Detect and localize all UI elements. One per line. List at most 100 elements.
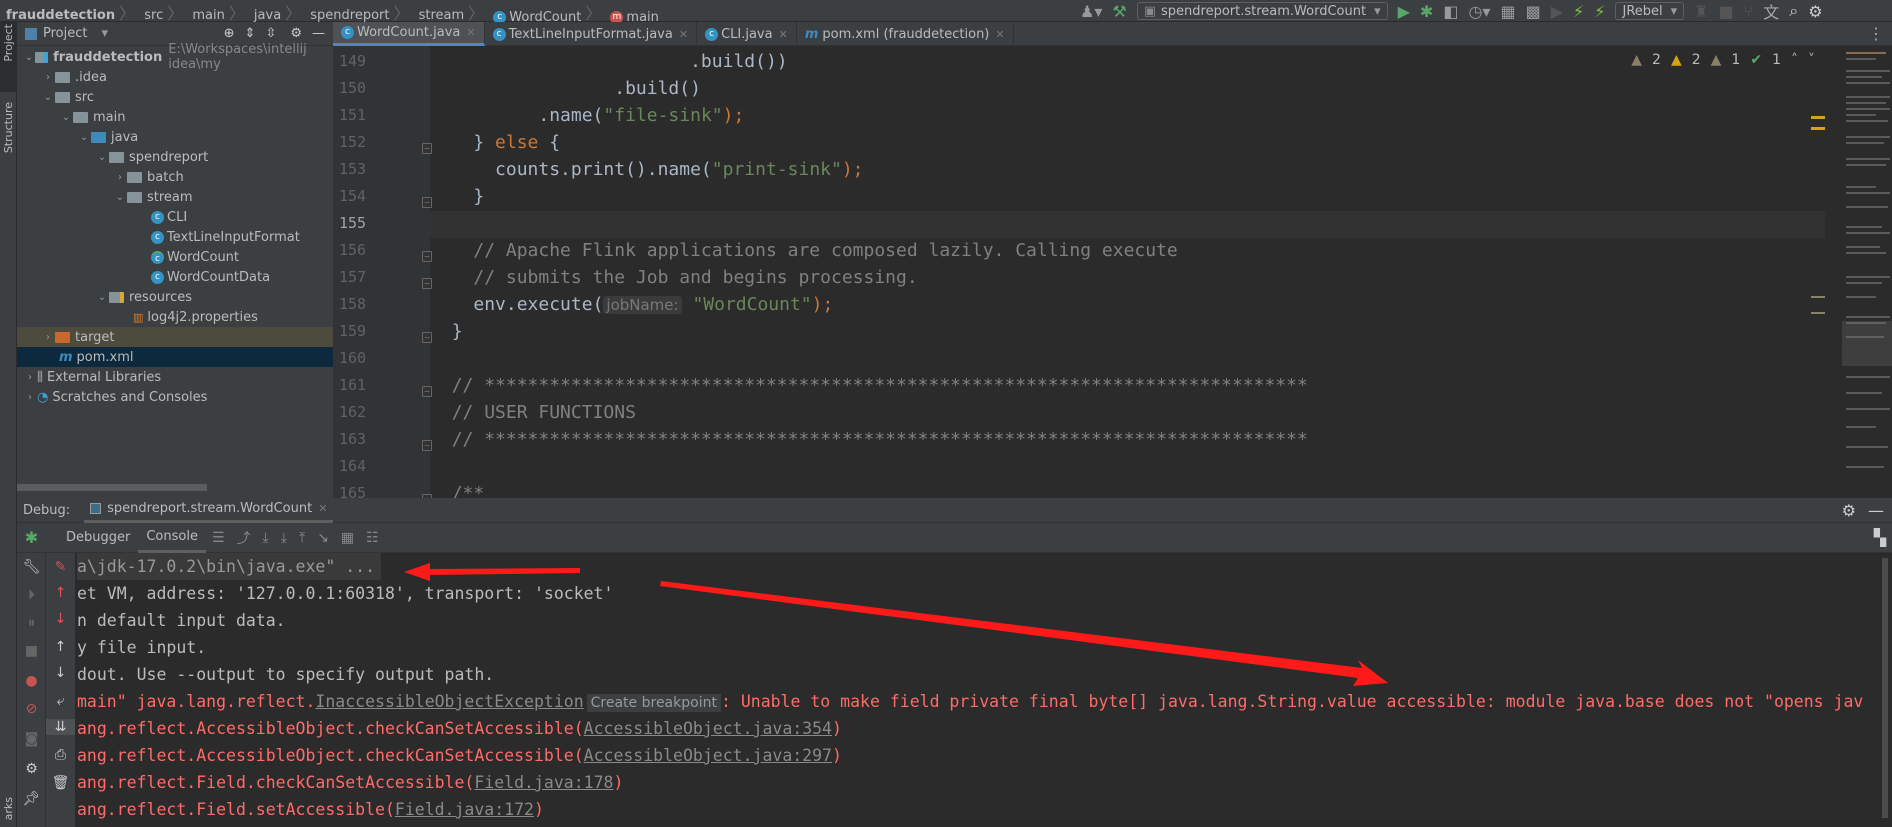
error-stripe-mark[interactable] xyxy=(1811,312,1825,314)
jrebel-debug-icon[interactable]: ⚡ xyxy=(1594,2,1605,21)
run-configuration-select[interactable]: ▣ spendreport.stream.WordCount ▾ xyxy=(1136,2,1388,20)
tree-item-main[interactable]: ⌄ main xyxy=(17,107,333,127)
tree-item-batch[interactable]: › batch xyxy=(17,167,333,187)
evaluate-expression-icon[interactable]: ▦ xyxy=(341,530,354,546)
tab-console[interactable]: Console xyxy=(138,523,206,553)
stacktrace-link[interactable]: AccessibleObject.java:354 xyxy=(584,719,832,738)
close-icon[interactable]: ✕ xyxy=(995,28,1004,41)
console-scrollbar[interactable] xyxy=(1882,558,1888,818)
tree-item-cli[interactable]: c CLI xyxy=(17,207,333,227)
chevron-down-icon[interactable]: ˅ xyxy=(1808,52,1815,68)
run-icon[interactable]: ▶ xyxy=(1398,2,1410,21)
error-stripe-mark[interactable] xyxy=(1811,296,1825,298)
profile-icon[interactable]: ◷▾ xyxy=(1468,2,1490,21)
translate-icon[interactable]: 文 xyxy=(1763,0,1779,23)
trash-icon[interactable]: 🗑︎ xyxy=(46,775,75,791)
chevron-right-icon[interactable]: › xyxy=(23,372,37,383)
chevron-down-icon[interactable]: ⌄ xyxy=(23,52,35,63)
tree-item-textlineinputformat[interactable]: c TextLineInputFormat xyxy=(17,227,333,247)
clear-console-icon[interactable]: ✎ xyxy=(46,559,75,575)
debug-session-tab[interactable]: spendreport.stream.WordCount ✕ xyxy=(84,498,334,523)
horizontal-scrollbar[interactable] xyxy=(17,484,207,491)
tree-item-target[interactable]: › target xyxy=(17,327,333,347)
chevron-down-icon[interactable]: ⌄ xyxy=(95,292,109,303)
tab-cli-java[interactable]: c CLI.java ✕ xyxy=(697,22,797,46)
create-breakpoint-button[interactable]: Create breakpoint xyxy=(586,694,721,712)
tab-textlineinputformat-java[interactable]: c TextLineInputFormat.java ✕ xyxy=(485,22,698,46)
next-occurrence-icon[interactable]: ↓ xyxy=(46,611,75,627)
view-breakpoints-icon[interactable]: ● xyxy=(17,673,46,689)
chevron-up-icon[interactable]: ˄ xyxy=(1791,52,1798,68)
pin-icon[interactable]: 📌︎ xyxy=(17,791,46,807)
tree-item-pom-xml[interactable]: m pom.xml xyxy=(17,347,333,367)
chevron-down-icon[interactable]: ⌄ xyxy=(95,152,109,163)
tree-item-scratches[interactable]: › ◔ Scratches and Consoles xyxy=(17,387,333,407)
bookmarks-tool-button[interactable]: arks xyxy=(2,797,15,820)
error-stripe-mark[interactable] xyxy=(1811,116,1825,119)
build-hammer-icon[interactable]: ⚒ xyxy=(1112,2,1126,21)
close-icon[interactable]: ✕ xyxy=(779,28,788,41)
soft-wrap-icon[interactable]: ⤶ xyxy=(46,693,75,709)
previous-occurrence-icon[interactable]: ↑ xyxy=(46,585,75,601)
tree-item-external-libraries[interactable]: › ⫼ External Libraries xyxy=(17,367,333,387)
layout-icon[interactable]: ▚ xyxy=(1874,528,1886,547)
search-icon[interactable]: ⌕ xyxy=(1789,1,1798,21)
close-icon[interactable]: ✕ xyxy=(466,26,475,39)
stacktrace-link[interactable]: Field.java:172 xyxy=(395,800,534,819)
tree-item-idea[interactable]: › .idea xyxy=(17,67,333,87)
more-tabs-icon[interactable]: ⋮ xyxy=(1868,22,1892,45)
error-stripe-mark[interactable] xyxy=(1811,127,1825,130)
up-arrow-icon[interactable]: ↑ xyxy=(46,639,75,655)
chevron-down-icon[interactable]: ⌄ xyxy=(77,132,91,143)
code-editor[interactable]: .build()) .build() .name("file-sink"); }… xyxy=(430,46,1825,498)
close-icon[interactable]: ✕ xyxy=(679,28,688,41)
down-arrow-icon[interactable]: ↓ xyxy=(46,665,75,681)
tree-item-stream[interactable]: ⌄ stream xyxy=(17,187,333,207)
locate-icon[interactable]: ⊕ xyxy=(224,26,235,41)
stacktrace-link[interactable]: AccessibleObject.java:297 xyxy=(584,746,832,765)
tree-item-wordcount[interactable]: c WordCount xyxy=(17,247,333,267)
coverage-icon[interactable]: ◧ xyxy=(1443,2,1458,21)
tab-wordcount-java[interactable]: c WordCount.java ✕ xyxy=(333,22,485,46)
chevron-right-icon[interactable]: › xyxy=(113,172,127,183)
expand-all-icon[interactable]: ⇕ xyxy=(245,26,256,41)
hide-icon[interactable]: — xyxy=(312,26,325,41)
chevron-down-icon[interactable]: ⌄ xyxy=(113,192,127,203)
structure-tool-button[interactable]: Structure xyxy=(2,102,15,153)
tab-pom-xml[interactable]: m pom.xml (frauddetection) ✕ xyxy=(797,22,1014,46)
user-icon[interactable]: ♟▾ xyxy=(1080,2,1102,21)
tree-item-java[interactable]: ⌄ java xyxy=(17,127,333,147)
tab-debugger[interactable]: Debugger xyxy=(58,523,138,553)
mute-breakpoints-icon[interactable]: ⊘ xyxy=(17,701,46,717)
hide-icon[interactable]: — xyxy=(1868,501,1884,520)
inspections-widget[interactable]: ▲ 2 ▲ 2 ▲ 1 ✔ 1 ˄ ˅ xyxy=(1631,52,1815,68)
chevron-right-icon[interactable]: › xyxy=(41,332,55,343)
gear-icon[interactable]: ⚙ xyxy=(1842,501,1856,520)
chevron-right-icon[interactable]: › xyxy=(23,392,37,403)
threads-menu-icon[interactable]: ☰ xyxy=(212,530,225,546)
trace-icon[interactable]: ☷ xyxy=(366,530,379,546)
tree-item-src[interactable]: ⌄ src xyxy=(17,87,333,107)
chevron-right-icon[interactable]: › xyxy=(41,72,55,83)
project-tool-button[interactable]: Project xyxy=(0,22,17,92)
tree-item-frauddetection[interactable]: ⌄ frauddetection E:\Workspaces\intellij id… xyxy=(17,42,333,72)
tree-item-wordcountdata[interactable]: c WordCountData xyxy=(17,267,333,287)
tree-item-spendreport[interactable]: ⌄ spendreport xyxy=(17,147,333,167)
tree-item-resources[interactable]: ⌄ resources xyxy=(17,287,333,307)
code-minimap[interactable] xyxy=(1842,46,1892,498)
minimap-viewport[interactable] xyxy=(1842,321,1892,366)
settings-icon[interactable]: ⚙ xyxy=(17,761,46,777)
debug-icon[interactable]: ✱ xyxy=(1420,2,1433,21)
close-icon[interactable]: ✕ xyxy=(318,502,327,515)
build-project-icon[interactable]: ▩ xyxy=(1526,2,1541,21)
attach-icon[interactable]: ▦ xyxy=(1500,2,1515,21)
gear-icon[interactable]: ⚙ xyxy=(290,26,302,41)
stacktrace-link[interactable]: Field.java:178 xyxy=(474,773,613,792)
project-view-select[interactable]: Project xyxy=(43,26,87,41)
gear-icon[interactable]: ⚙ xyxy=(1808,2,1822,21)
chevron-down-icon[interactable]: ⌄ xyxy=(59,112,73,123)
chevron-down-icon[interactable]: ⌄ xyxy=(41,92,55,103)
scroll-to-end-icon[interactable]: ⇊ xyxy=(46,719,75,735)
jrebel-select[interactable]: JRebel ▾ xyxy=(1615,2,1685,20)
print-icon[interactable]: ⎙ xyxy=(46,747,75,763)
